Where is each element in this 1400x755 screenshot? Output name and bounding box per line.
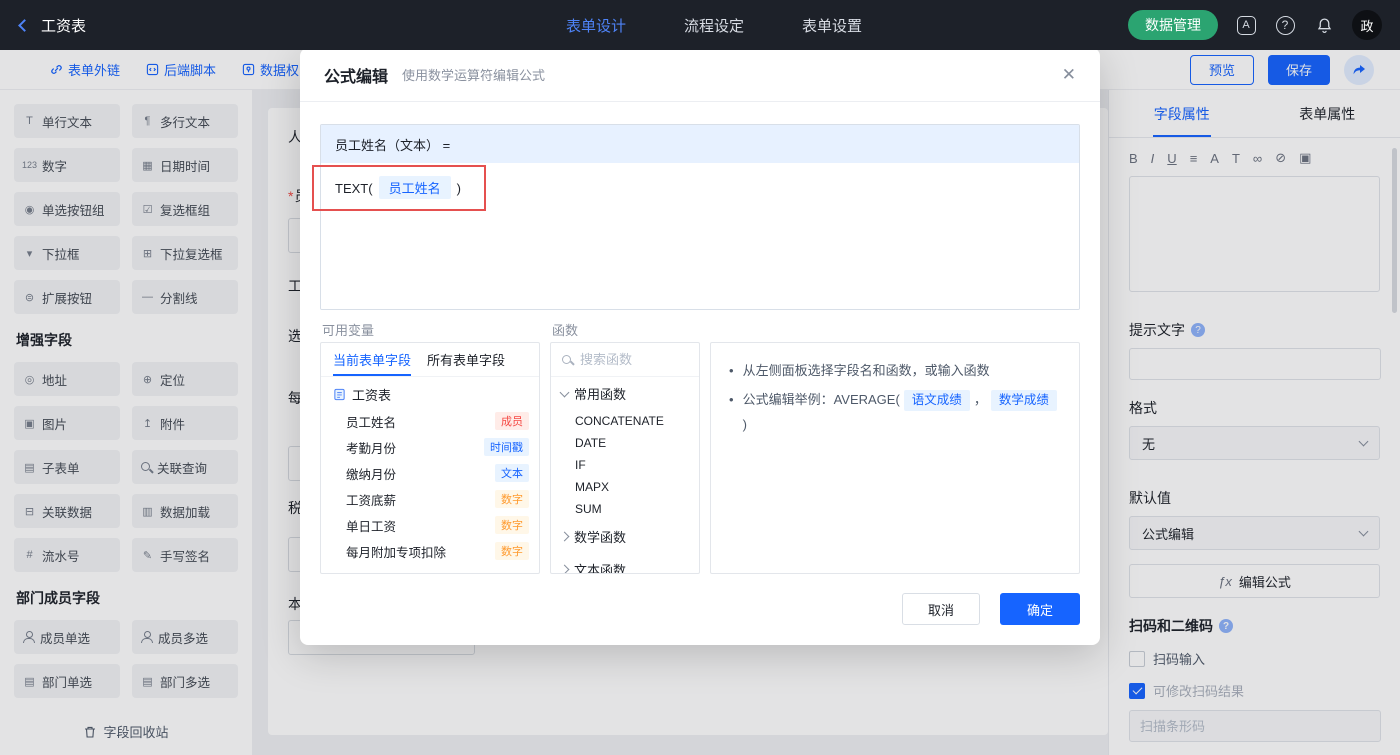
formula-suffix: ) xyxy=(456,181,461,196)
example-field-chip: 语文成绩 xyxy=(903,390,970,411)
tab-form-settings[interactable]: 表单设置 xyxy=(802,15,862,36)
variable-row[interactable]: 考勤月份 时间戳 xyxy=(321,434,539,460)
nav-tabs: 表单设计 流程设定 表单设置 xyxy=(300,15,1128,36)
data-manage-button[interactable]: 数据管理 xyxy=(1128,10,1218,40)
tip-line: • 从左侧面板选择字段名和函数，或输入函数 xyxy=(729,358,1061,383)
function-group-common[interactable]: 常用函数 xyxy=(551,377,699,410)
tab-flow-settings[interactable]: 流程设定 xyxy=(684,15,744,36)
top-navbar: 工资表 表单设计 流程设定 表单设置 数据管理 A ? 政 xyxy=(0,0,1400,50)
variable-row[interactable]: 单日工资 数字 xyxy=(321,512,539,538)
example-field-chip: 数学成绩 xyxy=(990,390,1057,411)
function-item[interactable]: CONCATENATE xyxy=(551,410,699,432)
cancel-button[interactable]: 取消 xyxy=(902,593,980,625)
tab-all-form-fields[interactable]: 所有表单字段 xyxy=(427,343,505,376)
document-icon xyxy=(334,388,345,401)
translate-icon[interactable]: A xyxy=(1236,15,1256,35)
chevron-right-icon xyxy=(559,564,570,573)
function-item[interactable]: DATE xyxy=(551,432,699,454)
function-group-math[interactable]: 数学函数 xyxy=(551,520,699,553)
help-icon[interactable]: ? xyxy=(1275,15,1295,35)
variable-row[interactable]: 每月附加专项扣除 数字 xyxy=(321,538,539,564)
close-icon[interactable]: ✕ xyxy=(1062,66,1076,83)
chevron-right-icon xyxy=(559,531,570,542)
search-icon xyxy=(561,354,573,366)
bell-icon[interactable] xyxy=(1313,14,1335,36)
formula-editor-area[interactable]: TEXT( 员工姓名) xyxy=(321,163,1079,309)
tip-line: • 公式编辑举例：AVERAGE(语文成绩，数学成绩) xyxy=(729,387,1061,437)
variable-row[interactable]: 缴纳月份 文本 xyxy=(321,460,539,486)
function-group-text[interactable]: 文本函数 xyxy=(551,553,699,573)
function-search xyxy=(551,343,699,377)
formula-target-bar: 员工姓名（文本） = xyxy=(321,125,1079,163)
formula-editor-box: 员工姓名（文本） = TEXT( 员工姓名) xyxy=(320,124,1080,310)
tab-form-design[interactable]: 表单设计 xyxy=(566,15,626,36)
variable-row[interactable]: 工资底薪 数字 xyxy=(321,486,539,512)
chevron-down-icon xyxy=(559,387,570,397)
variable-row[interactable]: 员工姓名 成员 xyxy=(321,408,539,434)
function-item[interactable]: SUM xyxy=(551,498,699,520)
functions-label: 函数 xyxy=(552,323,579,338)
tips-panel: • 从左侧面板选择字段名和函数，或输入函数 • 公式编辑举例：AVERAGE(语… xyxy=(710,342,1080,574)
field-type-tag: 数字 xyxy=(495,516,529,534)
confirm-button[interactable]: 确定 xyxy=(1000,593,1080,625)
available-variables-label: 可用变量 xyxy=(322,323,375,338)
form-tree-root[interactable]: 工资表 xyxy=(321,377,539,408)
bullet-icon: • xyxy=(729,392,734,407)
formula-field-chip[interactable]: 员工姓名 xyxy=(378,176,451,199)
tab-current-form-fields[interactable]: 当前表单字段 xyxy=(333,343,412,376)
field-type-tag: 数字 xyxy=(495,490,529,508)
field-type-tag: 成员 xyxy=(495,412,529,430)
field-type-tag: 数字 xyxy=(495,542,529,560)
formula-edit-modal: 公式编辑 使用数学运算符编辑公式 ✕ 员工姓名（文本） = TEXT( 员工姓名)… xyxy=(300,48,1100,645)
search-input[interactable] xyxy=(580,352,680,367)
function-item[interactable]: IF xyxy=(551,454,699,476)
function-item[interactable]: MAPX xyxy=(551,476,699,498)
formula-prefix: TEXT( xyxy=(335,181,373,196)
bullet-icon: • xyxy=(729,363,734,378)
variables-panel: 当前表单字段 所有表单字段 工资表 员工姓名 成员 考勤月份 时间戳 缴纳月份 文本 … xyxy=(320,342,540,574)
field-type-tag: 时间戳 xyxy=(484,438,529,456)
avatar[interactable]: 政 xyxy=(1352,10,1382,40)
modal-subtitle: 使用数学运算符编辑公式 xyxy=(402,68,546,83)
page-title: 工资表 xyxy=(41,17,87,35)
back-icon[interactable] xyxy=(18,18,31,32)
modal-title: 公式编辑 xyxy=(324,68,389,86)
functions-panel: 常用函数 CONCATENATE DATE IF MAPX SUM 数学函数 文… xyxy=(550,342,700,574)
field-type-tag: 文本 xyxy=(495,464,529,482)
